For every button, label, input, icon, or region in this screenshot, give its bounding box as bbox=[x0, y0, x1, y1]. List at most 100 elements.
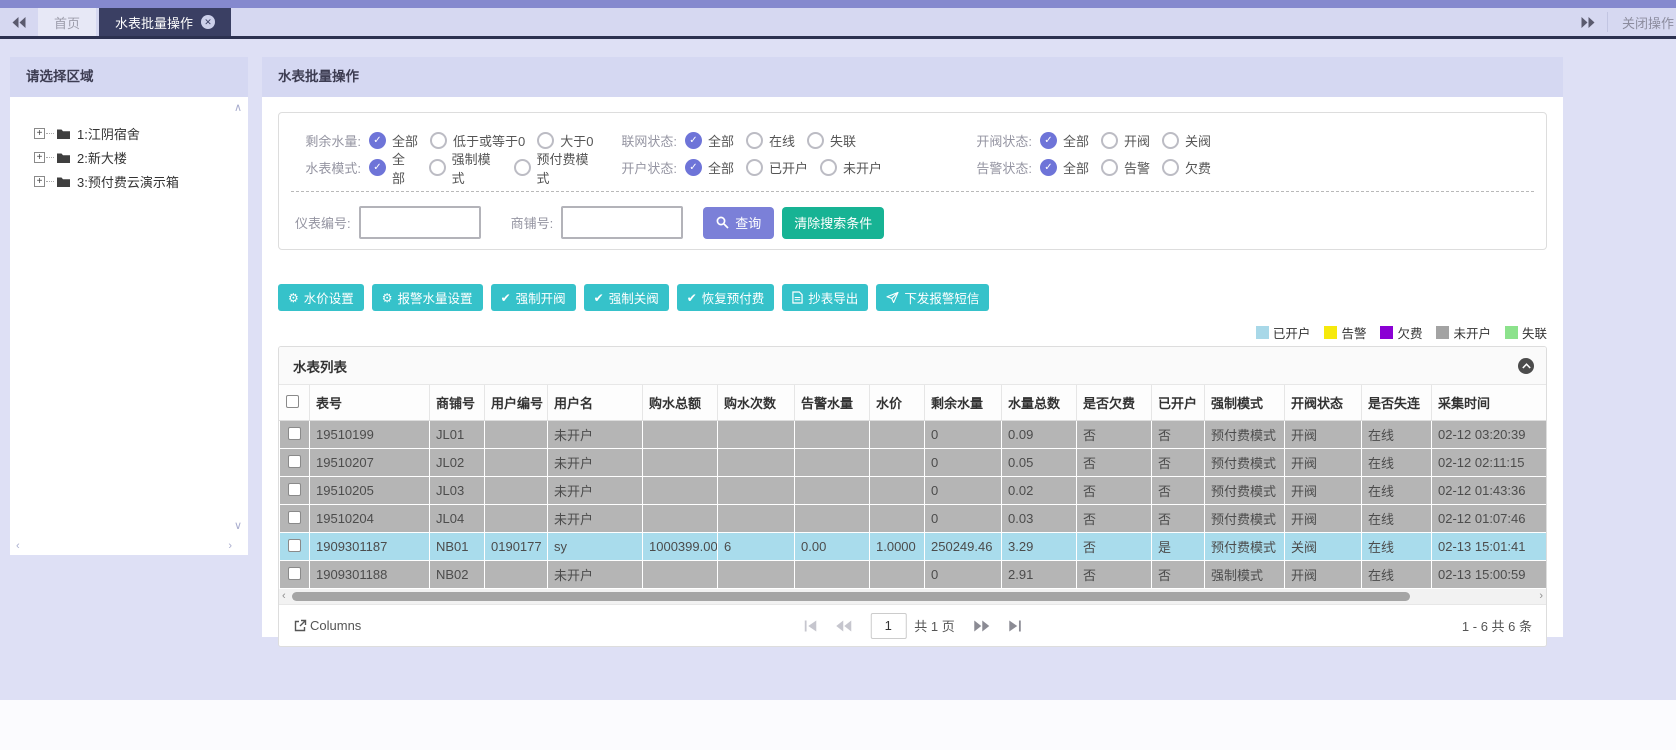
radio-meter-mode-0[interactable]: ✓全部 bbox=[369, 149, 417, 187]
tree-item[interactable]: +2:新大楼 bbox=[34, 145, 248, 169]
tree-item[interactable]: +3:预付费云演示箱 bbox=[34, 169, 248, 193]
table-row[interactable]: 19510207JL02未开户00.05否否预付费模式开阀在线02-12 02:… bbox=[280, 449, 1548, 477]
radio-valve-status-0[interactable]: ✓全部 bbox=[1040, 131, 1089, 150]
column-header[interactable]: 是否失连 bbox=[1362, 385, 1432, 421]
first-page-icon[interactable] bbox=[794, 620, 826, 632]
table-row[interactable]: 19510205JL03未开户00.02否否预付费模式开阀在线02-12 01:… bbox=[280, 477, 1548, 505]
alarm-volume-settings-button[interactable]: ⚙报警水量设置 bbox=[372, 284, 483, 311]
force-close-valve-button[interactable]: ✔强制关阀 bbox=[584, 284, 669, 311]
radio-selected-icon[interactable]: ✓ bbox=[685, 132, 702, 149]
close-operations-button[interactable]: 关闭操作 bbox=[1608, 8, 1676, 36]
tree-scroll-right-icon[interactable]: › bbox=[228, 541, 232, 551]
expand-icon[interactable]: + bbox=[34, 128, 45, 139]
radio-selected-icon[interactable]: ✓ bbox=[1040, 159, 1057, 176]
radio-icon[interactable] bbox=[429, 159, 446, 176]
row-checkbox[interactable] bbox=[288, 455, 301, 468]
radio-network-status-1[interactable]: 在线 bbox=[746, 131, 795, 150]
tree-item[interactable]: +1:江阴宿舍 bbox=[34, 121, 248, 145]
column-header[interactable]: 采集时间 bbox=[1432, 385, 1548, 421]
column-header[interactable]: 开阀状态 bbox=[1285, 385, 1362, 421]
radio-alarm-status-2[interactable]: 欠费 bbox=[1162, 158, 1211, 177]
column-header[interactable]: 水价 bbox=[870, 385, 925, 421]
radio-selected-icon[interactable]: ✓ bbox=[369, 159, 386, 176]
column-header[interactable]: 购水次数 bbox=[718, 385, 795, 421]
next-page-icon[interactable] bbox=[965, 620, 999, 632]
radio-icon[interactable] bbox=[430, 132, 447, 149]
column-header[interactable]: 商铺号 bbox=[430, 385, 485, 421]
radio-icon[interactable] bbox=[1162, 159, 1179, 176]
query-button[interactable]: 查询 bbox=[703, 207, 774, 239]
clear-search-button[interactable]: 清除搜索条件 bbox=[782, 207, 884, 239]
column-header[interactable]: 告警水量 bbox=[795, 385, 870, 421]
radio-icon[interactable] bbox=[1101, 159, 1118, 176]
shop-no-input[interactable] bbox=[561, 206, 683, 239]
restore-prepaid-button[interactable]: ✔恢复预付费 bbox=[677, 284, 775, 311]
column-header[interactable]: 剩余水量 bbox=[925, 385, 1002, 421]
column-header[interactable]: 强制模式 bbox=[1205, 385, 1285, 421]
column-header[interactable]: 水量总数 bbox=[1002, 385, 1077, 421]
scroll-tabs-left-icon[interactable] bbox=[0, 8, 38, 36]
radio-icon[interactable] bbox=[746, 132, 763, 149]
row-checkbox[interactable] bbox=[288, 511, 301, 524]
radio-valve-status-2[interactable]: 关阀 bbox=[1162, 131, 1211, 150]
horizontal-scrollbar[interactable]: ‹ › bbox=[279, 589, 1546, 604]
tab-home[interactable]: 首页 bbox=[38, 8, 96, 36]
radio-selected-icon[interactable]: ✓ bbox=[1040, 132, 1057, 149]
radio-icon[interactable] bbox=[807, 132, 824, 149]
radio-network-status-0[interactable]: ✓全部 bbox=[685, 131, 734, 150]
column-header[interactable]: 是否欠费 bbox=[1077, 385, 1152, 421]
scroll-tabs-right-icon[interactable] bbox=[1569, 8, 1607, 36]
radio-icon[interactable] bbox=[537, 132, 554, 149]
collapse-panel-icon[interactable] bbox=[1518, 358, 1534, 374]
scrollbar-right-icon[interactable]: › bbox=[1539, 590, 1543, 602]
column-header[interactable]: 用户名 bbox=[548, 385, 643, 421]
radio-network-status-2[interactable]: 失联 bbox=[807, 131, 856, 150]
table-row[interactable]: 1909301187NB010190177sy1000399.0060.001.… bbox=[280, 533, 1548, 561]
radio-alarm-status-1[interactable]: 告警 bbox=[1101, 158, 1150, 177]
row-checkbox[interactable] bbox=[288, 483, 301, 496]
meter-no-input[interactable] bbox=[359, 206, 481, 239]
row-checkbox[interactable] bbox=[288, 427, 301, 440]
table-row[interactable]: 19510204JL04未开户00.03否否预付费模式开阀在线02-12 01:… bbox=[280, 505, 1548, 533]
send-alarm-sms-button[interactable]: 下发报警短信 bbox=[876, 284, 989, 311]
expand-icon[interactable]: + bbox=[34, 152, 45, 163]
scrollbar-thumb[interactable] bbox=[292, 592, 1410, 601]
radio-icon[interactable] bbox=[746, 159, 763, 176]
tree-scroll-up-icon[interactable]: ∧ bbox=[234, 103, 242, 113]
select-all-checkbox[interactable] bbox=[286, 395, 299, 408]
column-header[interactable]: 表号 bbox=[310, 385, 430, 421]
tree-scroll-down-icon[interactable]: ∨ bbox=[234, 521, 242, 531]
column-header[interactable]: 已开户 bbox=[1152, 385, 1205, 421]
water-price-settings-button[interactable]: ⚙水价设置 bbox=[278, 284, 364, 311]
table-row[interactable]: 19510199JL01未开户00.09否否预付费模式开阀在线02-12 03:… bbox=[280, 421, 1548, 449]
radio-remaining-water-2[interactable]: 大于0 bbox=[537, 131, 593, 150]
radio-account-status-2[interactable]: 未开户 bbox=[820, 158, 882, 177]
radio-remaining-water-1[interactable]: 低于或等于0 bbox=[430, 131, 525, 150]
expand-icon[interactable]: + bbox=[34, 176, 45, 187]
radio-icon[interactable] bbox=[1162, 132, 1179, 149]
radio-remaining-water-0[interactable]: ✓全部 bbox=[369, 131, 418, 150]
radio-icon[interactable] bbox=[820, 159, 837, 176]
prev-page-icon[interactable] bbox=[826, 620, 860, 632]
radio-selected-icon[interactable]: ✓ bbox=[369, 132, 386, 149]
tab-meter-batch[interactable]: 水表批量操作 ✕ bbox=[99, 8, 231, 36]
tree-scroll-left-icon[interactable]: ‹ bbox=[16, 541, 20, 551]
radio-selected-icon[interactable]: ✓ bbox=[685, 159, 702, 176]
columns-button[interactable]: Columns bbox=[293, 618, 361, 633]
radio-icon[interactable] bbox=[1101, 132, 1118, 149]
radio-valve-status-1[interactable]: 开阀 bbox=[1101, 131, 1150, 150]
row-checkbox[interactable] bbox=[288, 567, 301, 580]
scrollbar-left-icon[interactable]: ‹ bbox=[282, 590, 286, 602]
close-tab-icon[interactable]: ✕ bbox=[201, 15, 215, 29]
radio-alarm-status-0[interactable]: ✓全部 bbox=[1040, 158, 1089, 177]
table-row[interactable]: 1909301188NB02未开户02.91否否强制模式开阀在线02-13 15… bbox=[280, 561, 1548, 589]
column-header[interactable]: 购水总额 bbox=[643, 385, 718, 421]
row-checkbox[interactable] bbox=[288, 539, 301, 552]
meter-export-button[interactable]: 抄表导出 bbox=[782, 284, 868, 311]
radio-meter-mode-2[interactable]: 预付费模式 bbox=[514, 149, 600, 187]
radio-account-status-1[interactable]: 已开户 bbox=[746, 158, 808, 177]
last-page-icon[interactable] bbox=[999, 620, 1031, 632]
page-number-input[interactable] bbox=[870, 613, 906, 639]
radio-account-status-0[interactable]: ✓全部 bbox=[685, 158, 734, 177]
force-open-valve-button[interactable]: ✔强制开阀 bbox=[491, 284, 576, 311]
